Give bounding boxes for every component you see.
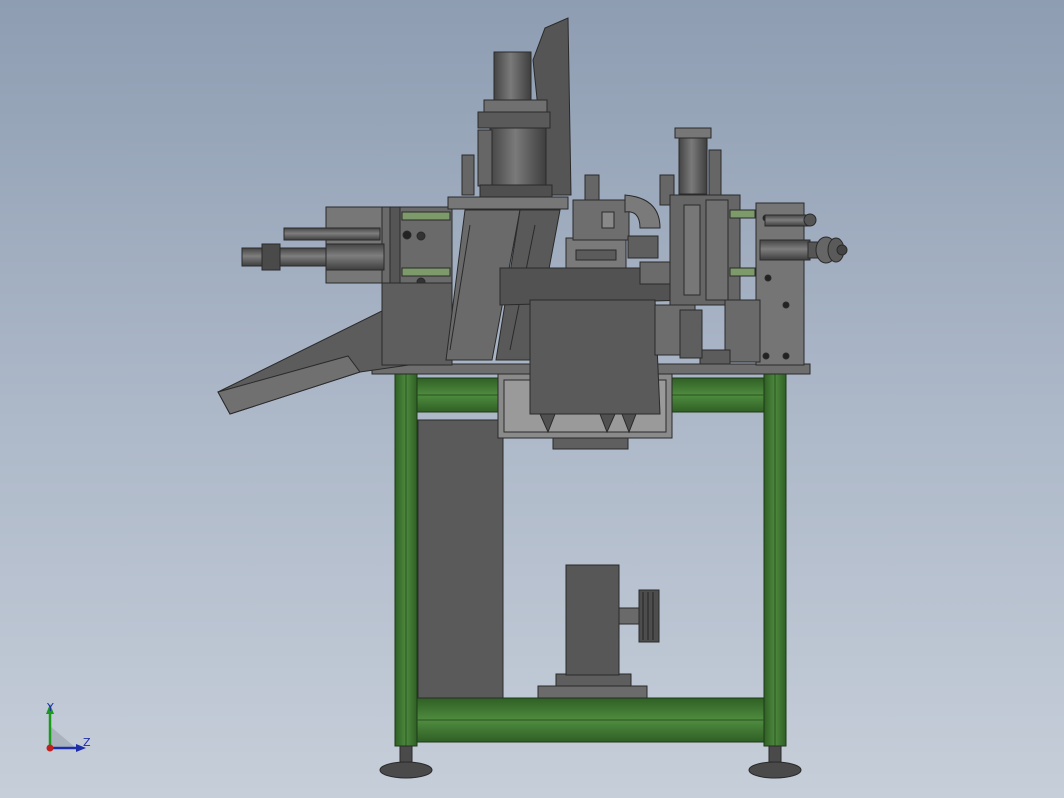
left-cylinder-assembly — [241, 206, 453, 287]
foot-right — [748, 761, 802, 779]
cylinder-rod-lower — [241, 247, 331, 267]
drive-motor-unit — [537, 564, 660, 699]
axis-label-y: Y — [46, 701, 54, 714]
cad-viewport[interactable]: Y Z — [0, 0, 1064, 798]
motor-body — [565, 564, 620, 676]
right-side-plate — [755, 202, 805, 366]
right-cylinder-upper — [764, 214, 810, 227]
leveling-feet — [379, 745, 802, 779]
press-block — [529, 299, 661, 415]
orientation-triad: Y Z — [46, 701, 91, 752]
machine-assembly-model[interactable]: Y Z — [0, 0, 1064, 798]
cylinder-rod-upper — [283, 227, 381, 241]
axis-label-z: Z — [83, 736, 91, 749]
timing-pulley — [638, 589, 660, 643]
control-cabinet — [417, 419, 504, 699]
press-cylinder — [493, 51, 532, 103]
side-plate-left — [381, 282, 453, 366]
right-cylinder-lower — [759, 239, 811, 261]
foot-left — [379, 761, 433, 779]
